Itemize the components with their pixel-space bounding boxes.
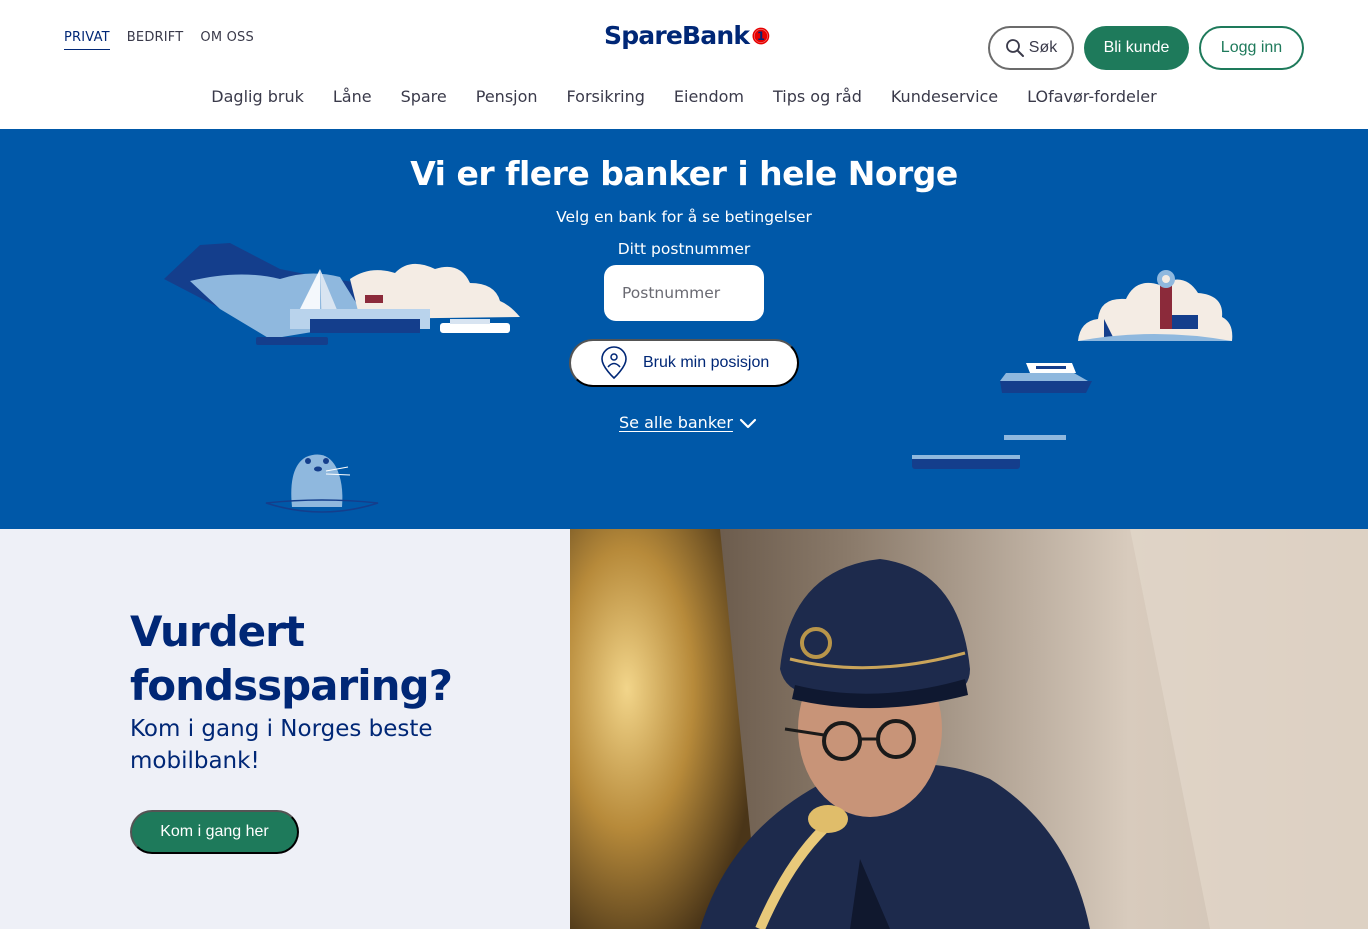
hero-title: Vi er flere banker i hele Norge (410, 154, 958, 193)
get-started-button[interactable]: Kom i gang her (130, 810, 299, 854)
use-my-location-label: Bruk min posisjon (643, 354, 770, 371)
tuba-player-image (570, 529, 1368, 929)
header-actions: Søk Bli kunde Logg inn (988, 26, 1304, 70)
fish-farm-illustration (912, 435, 1066, 469)
segment-om-oss[interactable]: OM OSS (200, 30, 254, 50)
seal-illustration (265, 454, 379, 513)
segment-switcher: PRIVAT BEDRIFT OM OSS (64, 30, 254, 50)
promo-text-panel: Vurdert fondssparing? Kom i gang i Norge… (0, 529, 570, 929)
nav-lofavor-fordeler[interactable]: LOfavør-fordeler (1027, 86, 1157, 108)
nav-tips-og-rad[interactable]: Tips og råd (773, 86, 862, 108)
nav-spare[interactable]: Spare (401, 86, 447, 108)
page: PRIVAT BEDRIFT OM OSS SpareBank 1 Søk Bl… (0, 0, 1368, 950)
see-all-banks-label: Se alle banker (619, 413, 733, 432)
zip-label: Ditt postnummer (617, 240, 751, 258)
promo-subtitle: Kom i gang i Norges beste mobilbank! (130, 716, 433, 774)
lighthouse-island-illustration (1078, 270, 1233, 341)
sparebank-logo[interactable]: SpareBank 1 (604, 16, 770, 56)
fund-saving-promo: Vurdert fondssparing? Kom i gang i Norge… (0, 529, 1368, 950)
site-header: PRIVAT BEDRIFT OM OSS SpareBank 1 Søk Bl… (0, 0, 1368, 129)
search-icon (1005, 39, 1024, 57)
segment-privat[interactable]: PRIVAT (64, 30, 110, 50)
ferry-illustration (1000, 363, 1092, 393)
nav-pensjon[interactable]: Pensjon (476, 86, 538, 108)
promo-title: Vurdert fondssparing? (130, 607, 453, 710)
hero-subtitle: Velg en bank for å se betingelser (556, 208, 812, 226)
search-button[interactable]: Søk (988, 26, 1074, 70)
nav-eiendom[interactable]: Eiendom (674, 86, 744, 108)
nav-forsikring[interactable]: Forsikring (567, 86, 645, 108)
segment-bedrift[interactable]: BEDRIFT (127, 30, 184, 50)
logo-badge-number: 1 (757, 29, 765, 43)
logg-inn-button[interactable]: Logg inn (1199, 26, 1304, 70)
bank-finder-hero: Vi er flere banker i hele Norge Velg en … (0, 129, 1368, 529)
see-all-banks-link[interactable]: Se alle banker (619, 413, 757, 432)
postnummer-input[interactable] (604, 265, 764, 321)
use-my-location-button[interactable]: Bruk min posisjon (569, 339, 799, 387)
chevron-down-icon (739, 418, 757, 428)
search-button-label: Søk (1028, 39, 1058, 56)
nav-lane[interactable]: Låne (333, 86, 372, 108)
nav-daglig-bruk[interactable]: Daglig bruk (211, 86, 304, 108)
logo-badge: 1 (752, 27, 770, 45)
bli-kunde-button[interactable]: Bli kunde (1084, 26, 1189, 70)
logo-wordmark: SpareBank (604, 21, 750, 50)
main-navigation: Daglig bruk Låne Spare Pensjon Forsikrin… (0, 86, 1368, 108)
location-pin-icon (601, 346, 627, 380)
nav-kundeservice[interactable]: Kundeservice (891, 86, 998, 108)
tuba-player-photo (570, 529, 1368, 929)
